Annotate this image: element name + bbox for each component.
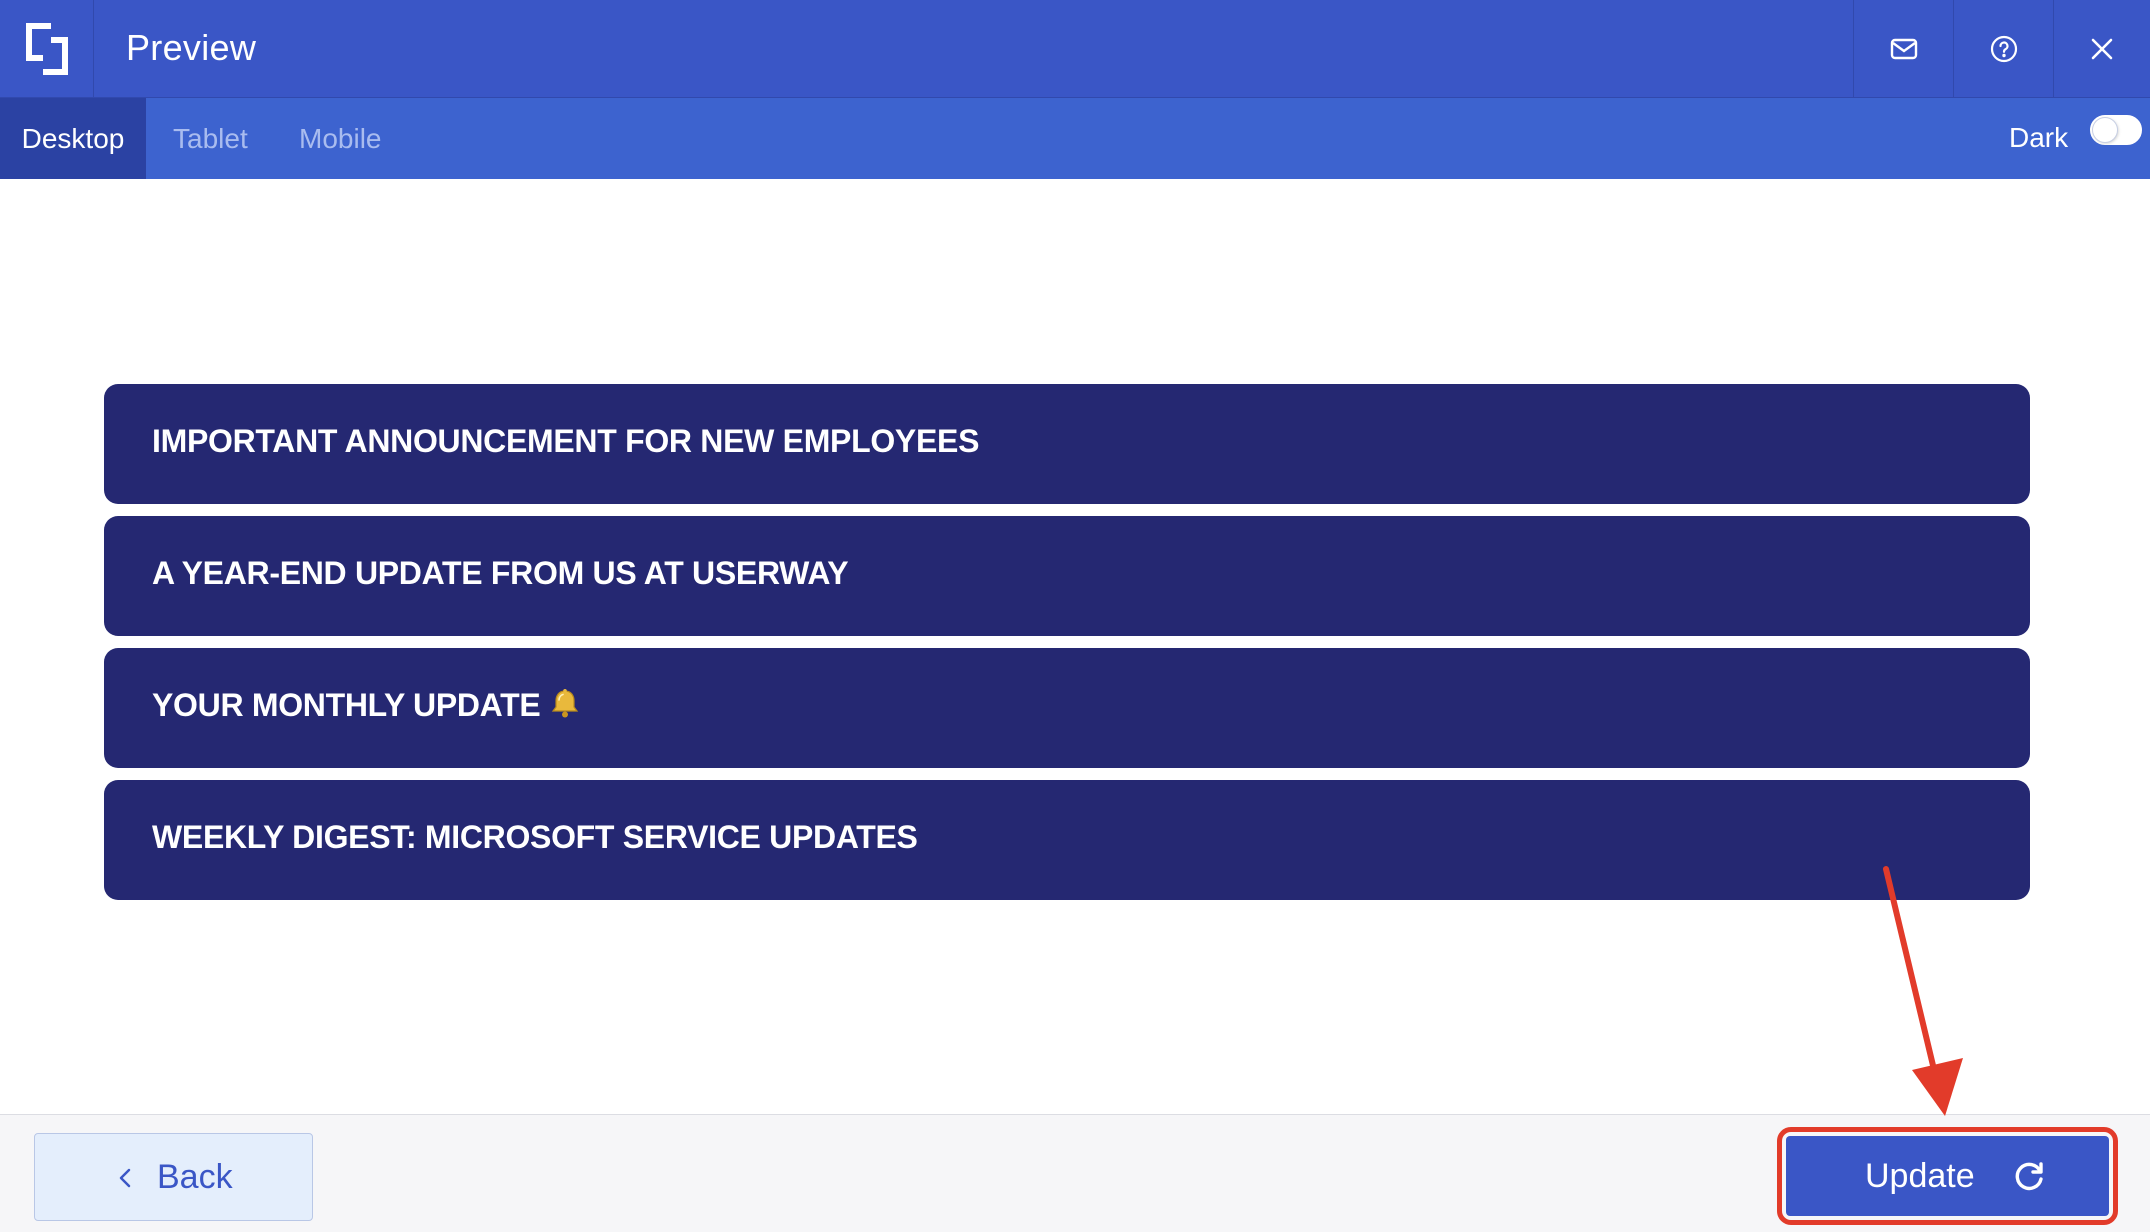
chevron-left-icon: [119, 1168, 131, 1188]
refresh-icon: [2015, 1162, 2043, 1191]
back-button[interactable]: Back: [34, 1133, 313, 1221]
help-button[interactable]: [1953, 0, 2053, 98]
banner-text: A YEAR-END UPDATE FROM US AT USERWAY: [152, 555, 849, 591]
banner-text: WEEKLY DIGEST: MICROSOFT SERVICE UPDATES: [152, 819, 918, 855]
tab-mobile[interactable]: Mobile: [299, 98, 381, 179]
bell-icon: [550, 652, 580, 766]
close-icon: [2091, 38, 2113, 60]
device-tab-bar: Desktop Tablet Mobile Dark: [0, 98, 2150, 179]
tab-desktop[interactable]: Desktop: [0, 98, 146, 179]
header-bar: Preview: [0, 0, 2150, 98]
brand-logo-icon: [25, 23, 68, 75]
footer-bar: Back Update: [0, 1114, 2150, 1232]
update-highlight-frame: Update: [1777, 1127, 2118, 1225]
preview-canvas: IMPORTANT ANNOUNCEMENT FOR NEW EMPLOYEES…: [0, 179, 2150, 1114]
close-button[interactable]: [2053, 0, 2150, 98]
logo: [0, 0, 94, 98]
help-circle-icon: [1990, 35, 2017, 63]
mail-icon: [1890, 38, 1917, 60]
banner-text: IMPORTANT ANNOUNCEMENT FOR NEW EMPLOYEES: [152, 423, 980, 459]
tab-tablet[interactable]: Tablet: [173, 98, 248, 179]
update-label: Update: [1865, 1157, 1975, 1195]
banner-item[interactable]: WEEKLY DIGEST: MICROSOFT SERVICE UPDATES: [104, 780, 2030, 900]
update-button[interactable]: Update: [1786, 1136, 2109, 1216]
page-title: Preview: [126, 27, 257, 68]
dark-mode-toggle[interactable]: [2090, 115, 2142, 145]
banner-item[interactable]: A YEAR-END UPDATE FROM US AT USERWAY: [104, 516, 2030, 636]
mail-button[interactable]: [1853, 0, 1953, 98]
banner-item[interactable]: YOUR MONTHLY UPDATE: [104, 648, 2030, 768]
banner-item[interactable]: IMPORTANT ANNOUNCEMENT FOR NEW EMPLOYEES: [104, 384, 2030, 504]
back-label: Back: [157, 1158, 233, 1196]
banner-text: YOUR MONTHLY UPDATE: [152, 687, 541, 723]
preview-window: Preview Desktop Tablet Mobile Dark IMPOR…: [0, 0, 2150, 1232]
dark-mode-label: Dark: [2009, 122, 2069, 153]
toggle-knob: [2093, 118, 2117, 142]
